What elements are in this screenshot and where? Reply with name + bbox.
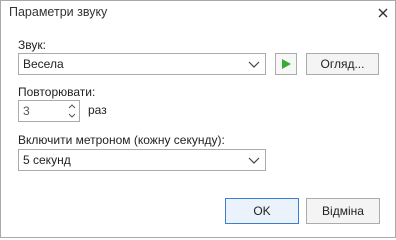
close-icon — [378, 8, 388, 18]
spin-up-button[interactable] — [65, 101, 79, 111]
spin-up-icon — [68, 104, 76, 109]
spin-down-icon — [68, 113, 76, 118]
window-title: Параметри звуку — [9, 5, 108, 19]
title-bar: Параметри звуку — [1, 1, 395, 25]
metronome-label: Включити метроном (кожну секунду): — [18, 133, 225, 147]
repeat-stepper[interactable]: 3 — [18, 100, 80, 122]
chevron-down-icon — [248, 157, 260, 164]
play-icon — [282, 59, 291, 69]
close-button[interactable] — [373, 3, 393, 23]
repeat-label: Повторювати: — [18, 85, 96, 99]
sound-select-value: Весела — [23, 57, 64, 71]
metronome-select[interactable]: 5 секунд — [18, 149, 266, 171]
sound-settings-dialog: Параметри звуку Звук: Весела Огляд... По… — [0, 0, 396, 238]
cancel-button[interactable]: Відміна — [306, 198, 380, 224]
repeat-unit: раз — [88, 103, 107, 117]
sound-label: Звук: — [18, 38, 46, 52]
chevron-down-icon — [248, 61, 260, 68]
repeat-spin — [65, 101, 79, 121]
metronome-select-value: 5 секунд — [23, 153, 71, 167]
sound-select[interactable]: Весела — [18, 53, 266, 75]
spin-down-button[interactable] — [65, 111, 79, 121]
browse-button[interactable]: Огляд... — [306, 53, 379, 75]
repeat-value: 3 — [23, 104, 30, 118]
play-button[interactable] — [275, 53, 297, 75]
ok-button[interactable]: OK — [225, 198, 299, 224]
